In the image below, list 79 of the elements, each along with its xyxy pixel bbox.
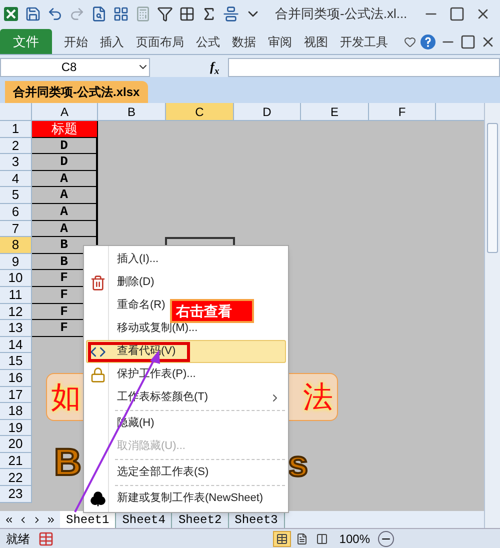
row-header[interactable]: 23 — [0, 486, 32, 503]
row-header[interactable]: 12 — [0, 304, 32, 320]
workbook-tab[interactable]: 合并同类项-公式法.xlsx — [5, 81, 148, 103]
row-header[interactable]: 9 — [0, 254, 32, 270]
table-cell: A — [32, 204, 98, 221]
page-view-icon — [276, 532, 288, 544]
row-header[interactable]: 7 — [0, 220, 32, 238]
window-title: 合并同类项-公式法.xl... — [275, 5, 408, 24]
save-icon[interactable] — [25, 6, 41, 22]
help-icon[interactable] — [420, 34, 436, 50]
row-header[interactable]: 1 — [0, 121, 32, 138]
delete-sheet-icon — [90, 274, 106, 290]
row-header[interactable]: 8 — [0, 237, 32, 254]
filter-icon[interactable] — [157, 6, 173, 22]
row-header[interactable]: 11 — [0, 286, 32, 304]
row-header[interactable]: 6 — [0, 204, 32, 221]
row-header[interactable]: 16 — [0, 370, 32, 386]
table-cell: D — [32, 154, 98, 171]
row-header[interactable]: 22 — [0, 469, 32, 486]
formula-input[interactable] — [228, 58, 500, 76]
sheet-tab[interactable]: Sheet1 — [60, 511, 116, 528]
align-icon[interactable] — [223, 6, 239, 22]
undo-icon[interactable] — [47, 6, 63, 22]
status-text: 就绪 — [6, 530, 30, 548]
row-header[interactable]: 2 — [0, 138, 32, 154]
maximize-icon[interactable] — [449, 6, 465, 22]
column-header[interactable]: E — [301, 103, 369, 120]
zoom-out-button[interactable] — [378, 530, 394, 546]
row-header[interactable]: 20 — [0, 436, 32, 453]
ribbon-tab[interactable]: 开始 — [64, 29, 88, 54]
row-header[interactable]: 13 — [0, 320, 32, 337]
callout-label: 右击查看 — [170, 299, 254, 323]
layout-icon[interactable] — [113, 6, 129, 22]
row-header[interactable]: 4 — [0, 170, 32, 188]
ribbon-tab[interactable]: 数据 — [232, 29, 256, 54]
banner-text: 如 — [51, 380, 81, 416]
banner-text: 法 — [303, 380, 333, 416]
word-art-text: s — [288, 446, 308, 482]
borders-icon[interactable] — [179, 6, 195, 22]
file-tab[interactable]: 文件 — [0, 29, 52, 54]
row-header[interactable]: 5 — [0, 187, 32, 204]
menu-item[interactable]: 新建或复制工作表(NewSheet) — [86, 484, 286, 510]
page-view-icon — [316, 532, 328, 544]
club-icon — [90, 490, 106, 506]
row-header[interactable]: 21 — [0, 452, 32, 470]
column-header[interactable]: A — [32, 103, 98, 120]
restore-icon[interactable] — [460, 34, 476, 50]
print-preview-icon[interactable] — [91, 6, 107, 22]
table-cell: A — [32, 187, 98, 204]
row-header[interactable]: 17 — [0, 386, 32, 404]
row-header[interactable]: 10 — [0, 270, 32, 287]
page-view-icon — [296, 532, 308, 544]
row-header[interactable]: 3 — [0, 154, 32, 171]
spreadsheet-app-icon — [3, 6, 19, 22]
menu-item[interactable]: 选定全部工作表(S) — [86, 458, 286, 484]
table-cell: A — [32, 170, 98, 188]
column-header[interactable]: C — [166, 103, 234, 120]
table-cell: 标题 — [32, 121, 98, 138]
ribbon-tab[interactable]: 公式 — [196, 29, 220, 54]
ribbon-tab[interactable]: 插入 — [100, 29, 124, 54]
column-header[interactable]: F — [369, 103, 436, 120]
row-header[interactable]: 18 — [0, 403, 32, 420]
ribbon-tab[interactable]: 审阅 — [268, 29, 292, 54]
name-box[interactable]: C8 — [0, 58, 150, 76]
row-header[interactable]: 19 — [0, 420, 32, 436]
table-cell: D — [32, 138, 98, 154]
word-art-text: B — [54, 444, 82, 482]
lock-icon — [90, 366, 106, 382]
vertical-scrollbar[interactable] — [484, 103, 500, 528]
table-cell: A — [32, 220, 98, 238]
ribbon-tab[interactable]: 开发工具 — [340, 29, 388, 54]
ribbon-tab[interactable]: 页面布局 — [136, 29, 184, 54]
zoom-level[interactable]: 100% — [339, 530, 370, 548]
column-header[interactable]: D — [234, 103, 301, 120]
view-button[interactable] — [273, 530, 292, 546]
fx-button[interactable]: f$_{x}$ — [210, 57, 224, 77]
ribbon-tab[interactable]: 视图 — [304, 29, 328, 54]
row-header[interactable]: 15 — [0, 353, 32, 370]
row-header[interactable]: 14 — [0, 336, 32, 354]
